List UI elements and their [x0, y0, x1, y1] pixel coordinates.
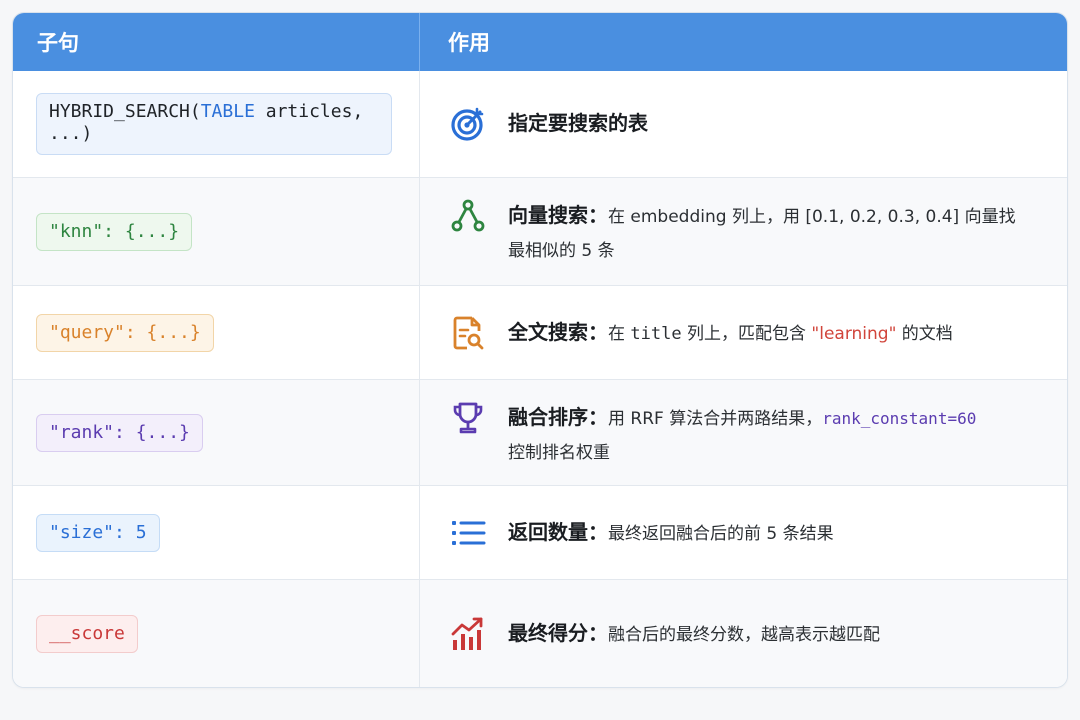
row-label: 返回数量： [508, 519, 608, 544]
clause-code: HYBRID_SEARCH(TABLE articles, ...) [36, 93, 392, 155]
clause-code: "query": {...} [36, 313, 214, 352]
clause-table: 子句 作用 HYBRID_SEARCH(TABLE articles, ...) [12, 12, 1068, 688]
row-label: 指定要搜索的表 [508, 111, 648, 135]
trophy-icon [450, 400, 486, 436]
header-effect: 作用 [448, 31, 490, 55]
list-icon [450, 515, 486, 551]
graph-nodes-icon [450, 198, 486, 234]
header-clause: 子句 [13, 13, 420, 71]
row-label: 全文搜索： [508, 319, 608, 344]
clause-code: "knn": {...} [36, 212, 193, 251]
clause-code: "rank": {...} [36, 413, 203, 452]
table-row: __score 最终得分：融合后的最终分数，越高表示越匹配 [13, 579, 1067, 687]
document-search-icon [450, 315, 486, 351]
table-row: "size": 5 返回数量：最终返回融合后的前 5 条结果 [13, 485, 1067, 579]
row-label: 融合排序： [508, 405, 608, 429]
table-row: "rank": {...} 融合排序：用 RRF 算法合并两路结果，rank_c… [13, 379, 1067, 485]
table-row: "query": {...} 全文搜索：在 title 列上，匹配包含 "lea… [13, 285, 1067, 379]
table-row: "knn": {...} 向量搜索：在 embedding 列上，用 [0.1,… [13, 177, 1067, 285]
row-label: 向量搜索： [508, 203, 608, 227]
row-label: 最终得分： [508, 620, 608, 645]
table-header: 子句 作用 [13, 13, 1067, 71]
clause-code: __score [36, 614, 138, 653]
clause-code: "size": 5 [36, 513, 160, 552]
target-icon [450, 106, 486, 142]
table-row: HYBRID_SEARCH(TABLE articles, ...) 指定要搜索… [13, 71, 1067, 177]
chart-up-icon [450, 616, 486, 652]
